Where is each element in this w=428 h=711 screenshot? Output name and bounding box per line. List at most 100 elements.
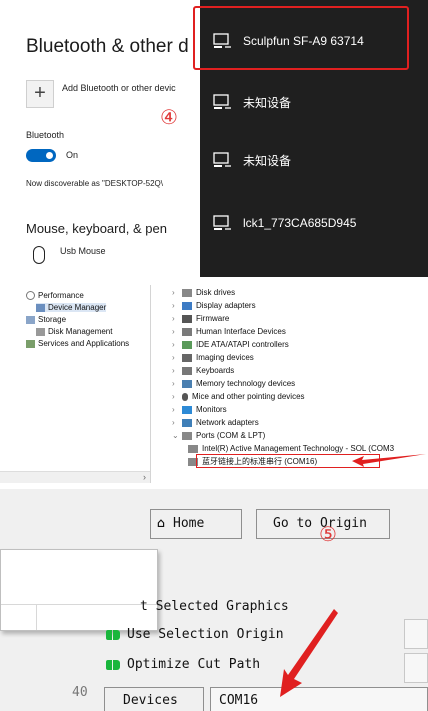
storage-icon bbox=[26, 315, 35, 324]
optimize-cut-path-option[interactable]: Optimize Cut Path bbox=[106, 657, 260, 672]
device-category-item[interactable]: › Mice and other pointing devices bbox=[172, 391, 305, 402]
device-category-item[interactable]: ⌄ Ports (COM & LPT) bbox=[172, 430, 265, 441]
device-category-item[interactable]: › Network adapters bbox=[172, 417, 259, 428]
expand-chevron-icon[interactable]: › bbox=[172, 327, 182, 336]
option-label: t Selected Graphics bbox=[140, 599, 289, 614]
tree-item-services[interactable]: Services and Applications bbox=[26, 339, 129, 348]
expand-chevron-icon[interactable]: › bbox=[172, 301, 182, 310]
device-display-icon bbox=[213, 94, 231, 109]
mouse-keyboard-section-title: Mouse, keyboard, & pen bbox=[26, 221, 167, 236]
scroll-right-arrow-icon[interactable]: › bbox=[143, 472, 146, 482]
memory-icon bbox=[182, 379, 192, 388]
device-category-item[interactable]: › IDE ATA/ATAPI controllers bbox=[172, 339, 289, 350]
flyout-device-item[interactable]: lck1_773CA685D945 bbox=[213, 213, 356, 233]
discoverable-text: Now discoverable as "DESKTOP-52Q\ bbox=[26, 179, 163, 188]
disk-management-icon bbox=[36, 327, 45, 336]
tree-item-disk-management[interactable]: Disk Management bbox=[36, 327, 112, 336]
mouse-icon bbox=[33, 246, 45, 264]
device-category-item[interactable]: › Display adapters bbox=[172, 300, 256, 311]
lightburn-panel: ⌂ Home Go to Origin ⑤ t Selected Graphic… bbox=[0, 489, 428, 711]
device-category-item[interactable]: › Keyboards bbox=[172, 365, 234, 376]
popup-window bbox=[0, 549, 158, 631]
device-tree: › Disk drives › Display adapters › Firmware… bbox=[160, 285, 428, 483]
expand-chevron-icon[interactable]: › bbox=[172, 418, 182, 427]
computer-management-tree: Performance Device Manager Storage Disk … bbox=[0, 285, 151, 483]
device-category-item[interactable]: › Monitors bbox=[172, 404, 227, 415]
devices-button[interactable]: Devices bbox=[104, 687, 204, 711]
step-marker-4: ④ bbox=[160, 105, 178, 129]
expand-chevron-icon[interactable]: › bbox=[172, 405, 182, 414]
device-manager-panel: Performance Device Manager Storage Disk … bbox=[0, 285, 428, 483]
home-button[interactable]: ⌂ Home bbox=[150, 509, 242, 539]
flyout-device-label: lck1_773CA685D945 bbox=[243, 216, 357, 230]
disk-icon bbox=[182, 288, 192, 297]
bluetooth-toggle-state: On bbox=[66, 150, 79, 160]
hid-icon bbox=[182, 327, 192, 336]
ide-icon bbox=[182, 340, 192, 349]
expand-chevron-icon[interactable]: › bbox=[172, 379, 182, 388]
port-select-value: COM16 bbox=[219, 693, 259, 708]
expand-chevron-icon[interactable]: › bbox=[172, 366, 182, 375]
monitor-icon bbox=[182, 405, 192, 414]
option-label: Optimize Cut Path bbox=[127, 657, 261, 672]
add-device-button[interactable]: + bbox=[26, 80, 54, 108]
toggle-on-icon[interactable] bbox=[106, 629, 120, 640]
tree-item-label: Storage bbox=[38, 315, 67, 324]
port-icon bbox=[182, 431, 192, 440]
port-icon bbox=[188, 444, 198, 453]
toggle-on-icon[interactable] bbox=[106, 659, 120, 670]
device-category-item[interactable]: › Disk drives bbox=[172, 287, 235, 298]
device-category-label: Keyboards bbox=[196, 366, 235, 375]
tree-item-device-manager[interactable]: Device Manager bbox=[36, 303, 107, 312]
keyboard-icon bbox=[182, 366, 192, 375]
device-category-item[interactable]: › Imaging devices bbox=[172, 352, 254, 363]
device-category-label: Monitors bbox=[196, 405, 227, 414]
device-category-label: Memory technology devices bbox=[196, 379, 296, 388]
expand-chevron-icon[interactable]: › bbox=[172, 392, 182, 401]
add-device-label[interactable]: Add Bluetooth or other devic bbox=[62, 83, 176, 93]
bluetooth-settings-panel: Bluetooth & other d + Add Bluetooth or o… bbox=[0, 0, 428, 277]
bluetooth-page-title: Bluetooth & other d bbox=[26, 36, 189, 57]
mouse-icon bbox=[182, 392, 188, 401]
flyout-device-label: 未知设备 bbox=[243, 153, 292, 168]
camera-icon bbox=[182, 353, 192, 362]
side-panel-box bbox=[404, 653, 428, 683]
device-category-item[interactable]: › Human Interface Devices bbox=[172, 326, 286, 337]
device-category-label: Imaging devices bbox=[196, 353, 254, 362]
bluetooth-toggle[interactable] bbox=[26, 149, 56, 162]
horizontal-scrollbar[interactable]: › bbox=[0, 471, 150, 483]
expand-chevron-icon[interactable]: › bbox=[172, 314, 182, 323]
device-category-item[interactable]: › Memory technology devices bbox=[172, 378, 295, 389]
network-icon bbox=[182, 418, 192, 427]
highlight-box bbox=[193, 6, 409, 70]
device-category-label: Firmware bbox=[196, 314, 230, 323]
device-category-label: IDE ATA/ATAPI controllers bbox=[196, 340, 289, 349]
expand-chevron-icon[interactable]: › bbox=[172, 340, 182, 349]
flyout-device-label: 未知设备 bbox=[243, 95, 292, 110]
device-category-label: Human Interface Devices bbox=[196, 327, 286, 336]
flyout-device-item[interactable]: 未知设备 bbox=[213, 92, 291, 112]
device-category-label: Display adapters bbox=[196, 301, 256, 310]
option-label: Use Selection Origin bbox=[127, 627, 284, 642]
expand-chevron-icon[interactable]: › bbox=[172, 288, 182, 297]
device-category-label: Disk drives bbox=[196, 288, 236, 297]
bluetooth-section-label: Bluetooth bbox=[26, 130, 65, 140]
device-display-icon bbox=[213, 215, 231, 230]
tree-item-performance[interactable]: Performance bbox=[26, 291, 84, 300]
tree-item-label: Services and Applications bbox=[38, 339, 130, 348]
flyout-device-item[interactable]: 未知设备 bbox=[213, 150, 291, 170]
device-category-label: Ports (COM & LPT) bbox=[196, 431, 266, 440]
firmware-icon bbox=[182, 314, 192, 323]
cut-selected-graphics-option[interactable]: t Selected Graphics bbox=[140, 599, 289, 614]
tree-item-label: Device Manager bbox=[48, 303, 107, 312]
collapse-chevron-icon[interactable]: ⌄ bbox=[172, 431, 182, 440]
device-category-item[interactable]: › Firmware bbox=[172, 313, 229, 324]
tree-item-storage[interactable]: Storage bbox=[26, 315, 66, 324]
device-manager-icon bbox=[36, 303, 45, 312]
expand-chevron-icon[interactable]: › bbox=[172, 353, 182, 362]
mouse-device-label[interactable]: Usb Mouse bbox=[60, 246, 106, 256]
tree-item-label: Disk Management bbox=[48, 327, 113, 336]
red-arrow-icon bbox=[280, 609, 338, 697]
use-selection-origin-option[interactable]: Use Selection Origin bbox=[106, 627, 284, 642]
divider bbox=[1, 604, 157, 605]
